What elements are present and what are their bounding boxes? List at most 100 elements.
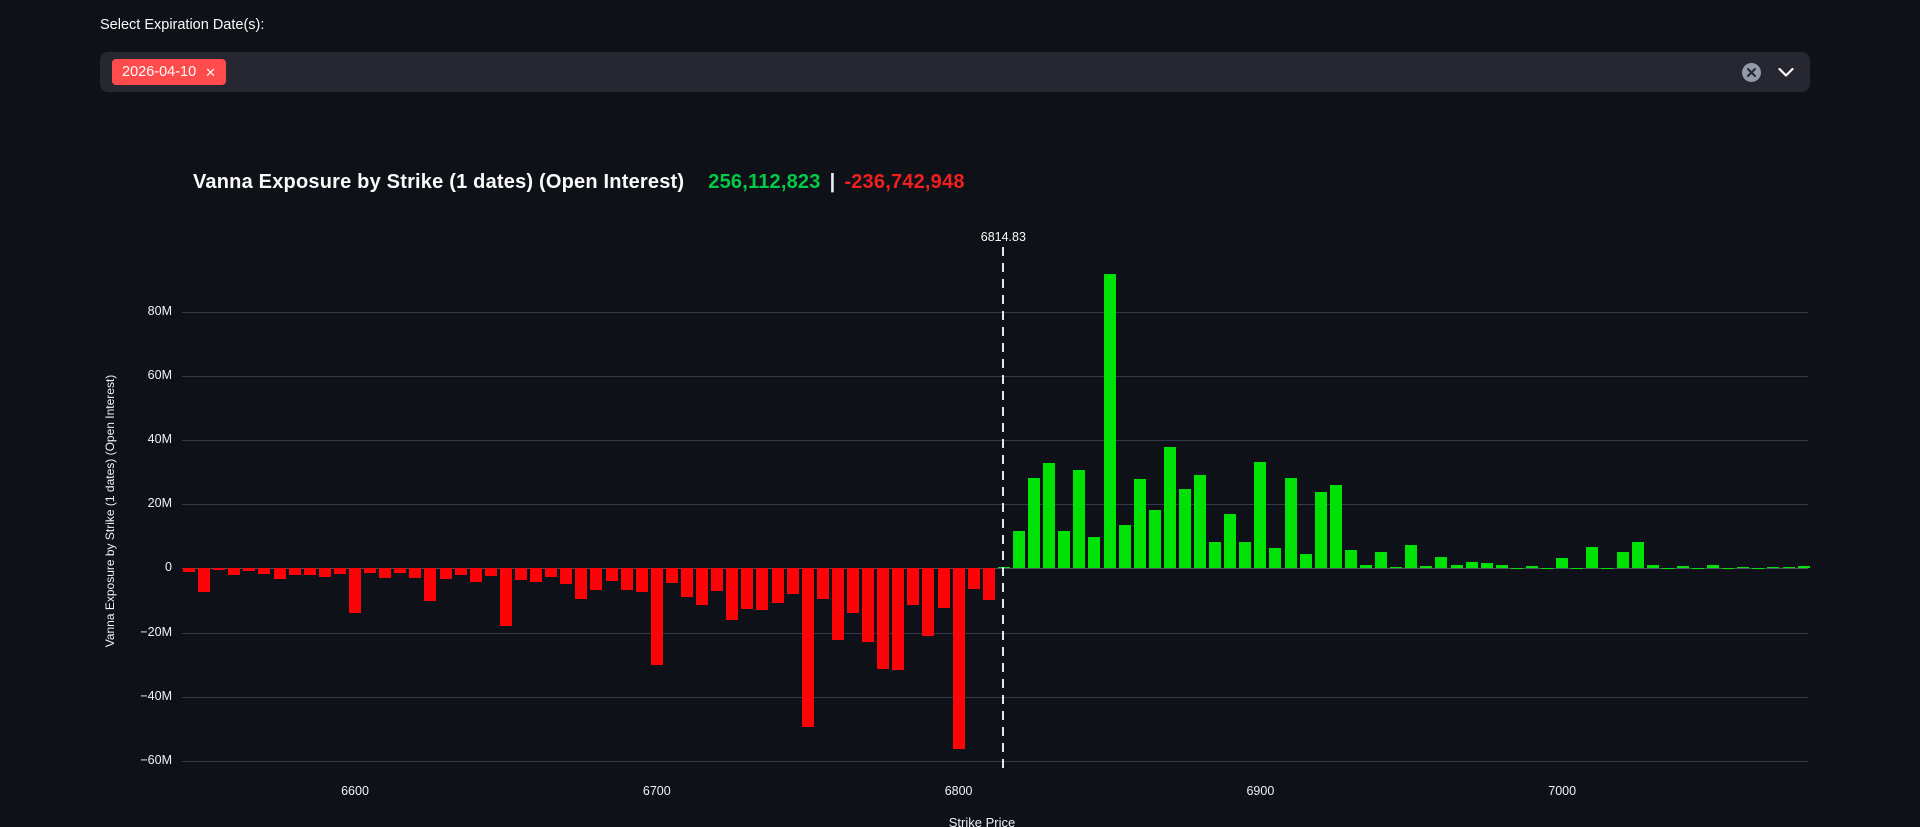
expiration-tag-label: 2026-04-10 bbox=[122, 64, 196, 80]
expiration-multiselect[interactable]: 2026-04-10 ✕ bbox=[100, 52, 1810, 92]
bar-6835 bbox=[1058, 531, 1070, 568]
bar-6850 bbox=[1104, 274, 1116, 568]
tag-remove-icon[interactable]: ✕ bbox=[205, 66, 216, 79]
bar-6805 bbox=[968, 568, 980, 588]
chevron-down-icon[interactable] bbox=[1778, 68, 1794, 77]
x-tick-label: 6700 bbox=[627, 784, 687, 798]
x-tick-label: 6600 bbox=[325, 784, 385, 798]
bar-6770 bbox=[862, 568, 874, 642]
bar-6730 bbox=[741, 568, 753, 609]
bar-7030 bbox=[1647, 565, 1659, 568]
bar-6655 bbox=[515, 568, 527, 580]
bar-6970 bbox=[1466, 562, 1478, 569]
bar-6760 bbox=[832, 568, 844, 639]
bar-6840 bbox=[1073, 470, 1085, 568]
bar-6885 bbox=[1209, 542, 1221, 568]
bar-7045 bbox=[1692, 568, 1704, 569]
bar-6870 bbox=[1164, 447, 1176, 569]
bar-6660 bbox=[530, 568, 542, 581]
bar-6670 bbox=[560, 568, 572, 584]
bar-7035 bbox=[1662, 568, 1674, 569]
bar-6630 bbox=[440, 568, 452, 579]
bar-7060 bbox=[1737, 567, 1749, 568]
bar-7025 bbox=[1632, 542, 1644, 568]
y-tick-label: −20M bbox=[110, 625, 172, 639]
gridline-−20M bbox=[182, 633, 1808, 634]
bar-7065 bbox=[1752, 568, 1764, 569]
spot-price-label: 6814.83 bbox=[981, 230, 1026, 244]
bar-6650 bbox=[500, 568, 512, 626]
bar-6635 bbox=[455, 568, 467, 574]
bar-6830 bbox=[1043, 463, 1055, 568]
bar-6590 bbox=[319, 568, 331, 577]
y-tick-label: 0 bbox=[110, 560, 172, 574]
bar-6810 bbox=[983, 568, 995, 600]
bar-6825 bbox=[1028, 478, 1040, 568]
bar-6890 bbox=[1224, 514, 1236, 568]
bar-6940 bbox=[1375, 552, 1387, 569]
bar-6690 bbox=[621, 568, 633, 590]
bar-6560 bbox=[228, 568, 240, 574]
expiration-tag: 2026-04-10 ✕ bbox=[112, 59, 226, 85]
bar-6875 bbox=[1179, 489, 1191, 568]
bar-6575 bbox=[274, 568, 286, 579]
bar-7020 bbox=[1617, 552, 1629, 568]
gridline-−40M bbox=[182, 697, 1808, 698]
bar-6910 bbox=[1285, 478, 1297, 568]
bar-6905 bbox=[1269, 548, 1281, 569]
bar-6985 bbox=[1511, 568, 1523, 569]
bar-6710 bbox=[681, 568, 693, 596]
bar-6680 bbox=[590, 568, 602, 590]
negative-total: -236,742,948 bbox=[844, 171, 964, 194]
y-tick-label: 80M bbox=[110, 304, 172, 318]
bar-6570 bbox=[258, 568, 270, 574]
bar-6715 bbox=[696, 568, 708, 605]
y-tick-label: −60M bbox=[110, 753, 172, 767]
bar-6800 bbox=[953, 568, 965, 748]
bar-6745 bbox=[787, 568, 799, 594]
app-root: Select Expiration Date(s): 2026-04-10 ✕ … bbox=[0, 0, 1920, 827]
bar-7075 bbox=[1783, 567, 1795, 568]
bar-6755 bbox=[817, 568, 829, 598]
bar-6945 bbox=[1390, 567, 1402, 569]
bar-6585 bbox=[304, 568, 316, 574]
bar-7080 bbox=[1798, 566, 1810, 568]
bar-7000 bbox=[1556, 558, 1568, 568]
bar-6685 bbox=[606, 568, 618, 581]
bar-6775 bbox=[877, 568, 889, 669]
bar-6765 bbox=[847, 568, 859, 613]
bar-6695 bbox=[636, 568, 648, 591]
bar-6550 bbox=[198, 568, 210, 591]
y-axis-title: Vanna Exposure by Strike (1 dates) (Open… bbox=[103, 375, 117, 648]
vanna-chart-plot-area[interactable]: 80M60M40M20M0−20M−40M−60M6814.8366006700… bbox=[0, 210, 1920, 827]
expiration-select-label: Select Expiration Date(s): bbox=[100, 17, 264, 33]
gridline-−60M bbox=[182, 761, 1808, 762]
gridline-20M bbox=[182, 504, 1808, 505]
bar-6610 bbox=[379, 568, 391, 578]
bar-6595 bbox=[334, 568, 346, 574]
spot-price-line bbox=[1002, 247, 1004, 775]
bar-6900 bbox=[1254, 462, 1266, 569]
y-tick-label: 60M bbox=[110, 368, 172, 382]
bar-6920 bbox=[1315, 492, 1327, 568]
x-axis-title: Strike Price bbox=[949, 815, 1015, 827]
y-tick-label: −40M bbox=[110, 689, 172, 703]
bar-6625 bbox=[424, 568, 436, 601]
bar-6865 bbox=[1149, 510, 1161, 568]
bar-6960 bbox=[1435, 557, 1447, 569]
y-tick-label: 20M bbox=[110, 496, 172, 510]
bar-6605 bbox=[364, 568, 376, 572]
bar-6565 bbox=[243, 568, 255, 571]
bar-6820 bbox=[1013, 531, 1025, 568]
bar-6705 bbox=[666, 568, 678, 582]
bar-7055 bbox=[1722, 568, 1734, 569]
bar-6620 bbox=[409, 568, 421, 578]
positive-total: 256,112,823 bbox=[708, 171, 820, 194]
bar-6600 bbox=[349, 568, 361, 612]
bar-6915 bbox=[1300, 554, 1312, 568]
bar-6640 bbox=[470, 568, 482, 581]
bar-7005 bbox=[1571, 568, 1583, 569]
bar-7050 bbox=[1707, 565, 1719, 569]
bar-6980 bbox=[1496, 565, 1508, 568]
clear-all-icon[interactable] bbox=[1742, 63, 1761, 82]
